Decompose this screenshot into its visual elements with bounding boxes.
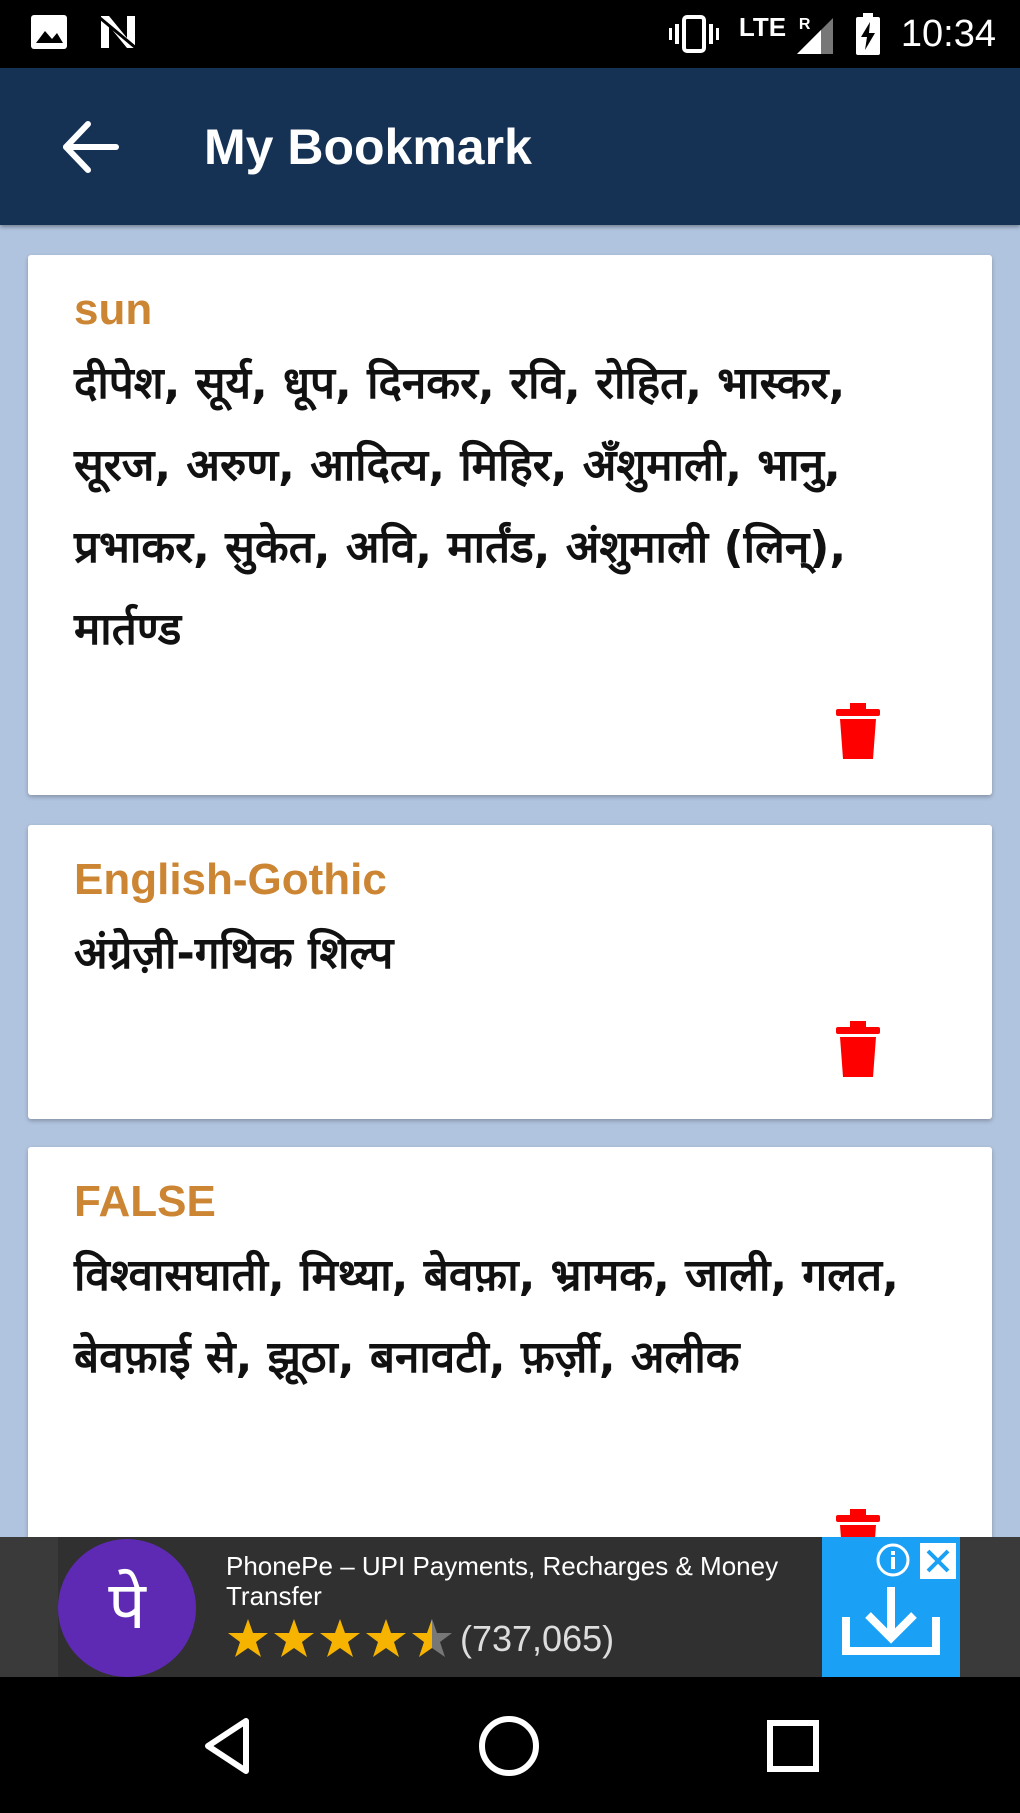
- ad-rating-count: (737,065): [460, 1618, 615, 1659]
- bookmark-word: English-Gothic: [74, 855, 387, 904]
- star-rating-icon: [228, 1619, 452, 1657]
- status-bar: LTE R 10:34: [0, 0, 1020, 68]
- bookmark-meaning: अंग्रेज़ी-गथिक शिल्प: [74, 928, 394, 979]
- vibrate-icon: [668, 15, 719, 53]
- trash-icon[interactable]: [836, 703, 880, 759]
- bookmark-word: sun: [74, 285, 153, 334]
- app-bar: My Bookmark: [0, 68, 1020, 225]
- clock: 10:34: [900, 12, 996, 55]
- ad-app-logo[interactable]: पे: [58, 1539, 196, 1677]
- trash-icon[interactable]: [836, 1509, 880, 1537]
- battery-charging-icon: [855, 13, 880, 55]
- home-circle-icon[interactable]: [476, 1713, 542, 1779]
- image-icon: [31, 15, 67, 49]
- bookmark-card[interactable]: sun दीपेश, सूर्य, धूप, दिनकर, रवि, रोहित…: [28, 255, 992, 795]
- arrow-back-icon[interactable]: [56, 112, 126, 182]
- no-signal-n-icon: [99, 16, 137, 50]
- recents-square-icon[interactable]: [760, 1713, 826, 1779]
- system-nav-bar: [0, 1677, 1020, 1813]
- trash-icon[interactable]: [836, 1021, 880, 1077]
- bookmark-meaning: दीपेश, सूर्य, धूप, दिनकर, रवि, रोहित, भा…: [74, 358, 847, 655]
- bookmark-card[interactable]: FALSE विश्वासघाती, मिथ्या, बेवफ़ा, भ्राम…: [28, 1147, 992, 1537]
- info-icon[interactable]: [876, 1543, 910, 1577]
- ad-banner[interactable]: पे PhonePe – UPI Payments, Recharges & M…: [0, 1537, 1020, 1677]
- network-type-label: LTE: [738, 12, 787, 42]
- bookmark-meaning: विश्वासघाती, मिथ्या, बेवफ़ा, भ्रामक, जाल…: [74, 1250, 899, 1383]
- bookmark-word: FALSE: [74, 1177, 216, 1226]
- signal-icon: [796, 18, 833, 54]
- ad-rating: (737,065): [226, 1617, 614, 1661]
- bookmark-list: sun दीपेश, सूर्य, धूप, दिनकर, रवि, रोहित…: [0, 225, 1020, 1537]
- close-icon[interactable]: [920, 1543, 956, 1579]
- ad-title[interactable]: PhonePe – UPI Payments, Recharges & Mone…: [226, 1551, 826, 1611]
- back-triangle-icon[interactable]: [196, 1713, 262, 1779]
- bookmark-card[interactable]: English-Gothic अंग्रेज़ी-गथिक शिल्प: [28, 825, 992, 1119]
- page-title: My Bookmark: [204, 119, 532, 175]
